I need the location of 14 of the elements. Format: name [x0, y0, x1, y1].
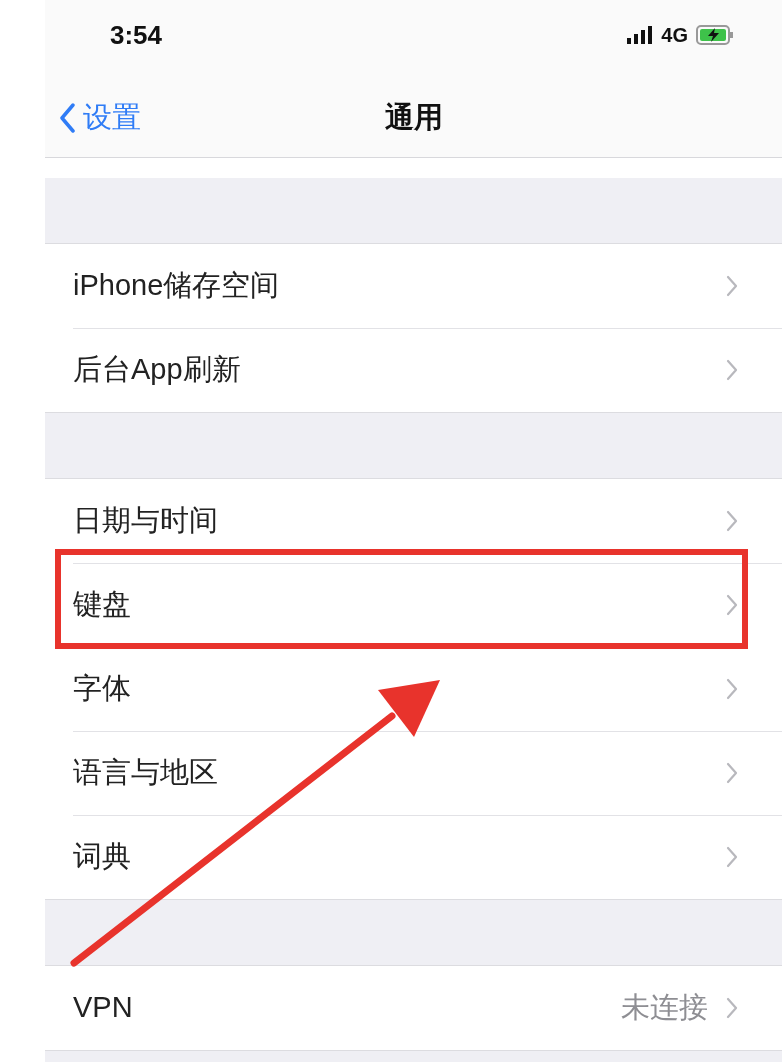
- status-time: 3:54: [110, 18, 163, 52]
- chevron-icon: [726, 359, 738, 381]
- chevron-icon: [726, 846, 738, 868]
- chevron-icon: [726, 510, 738, 532]
- chevron-icon: [726, 997, 738, 1019]
- signal-icon: [627, 26, 654, 44]
- network-type: 4G: [661, 23, 688, 48]
- page-title: 通用: [384, 100, 443, 135]
- chevron-icon: [726, 762, 738, 784]
- chevron-icon: [726, 275, 738, 297]
- back-button[interactable]: 设置: [59, 96, 141, 140]
- back-chevron-icon: [59, 102, 75, 133]
- chevron-icon: [726, 594, 738, 616]
- chevron-icon: [726, 678, 738, 700]
